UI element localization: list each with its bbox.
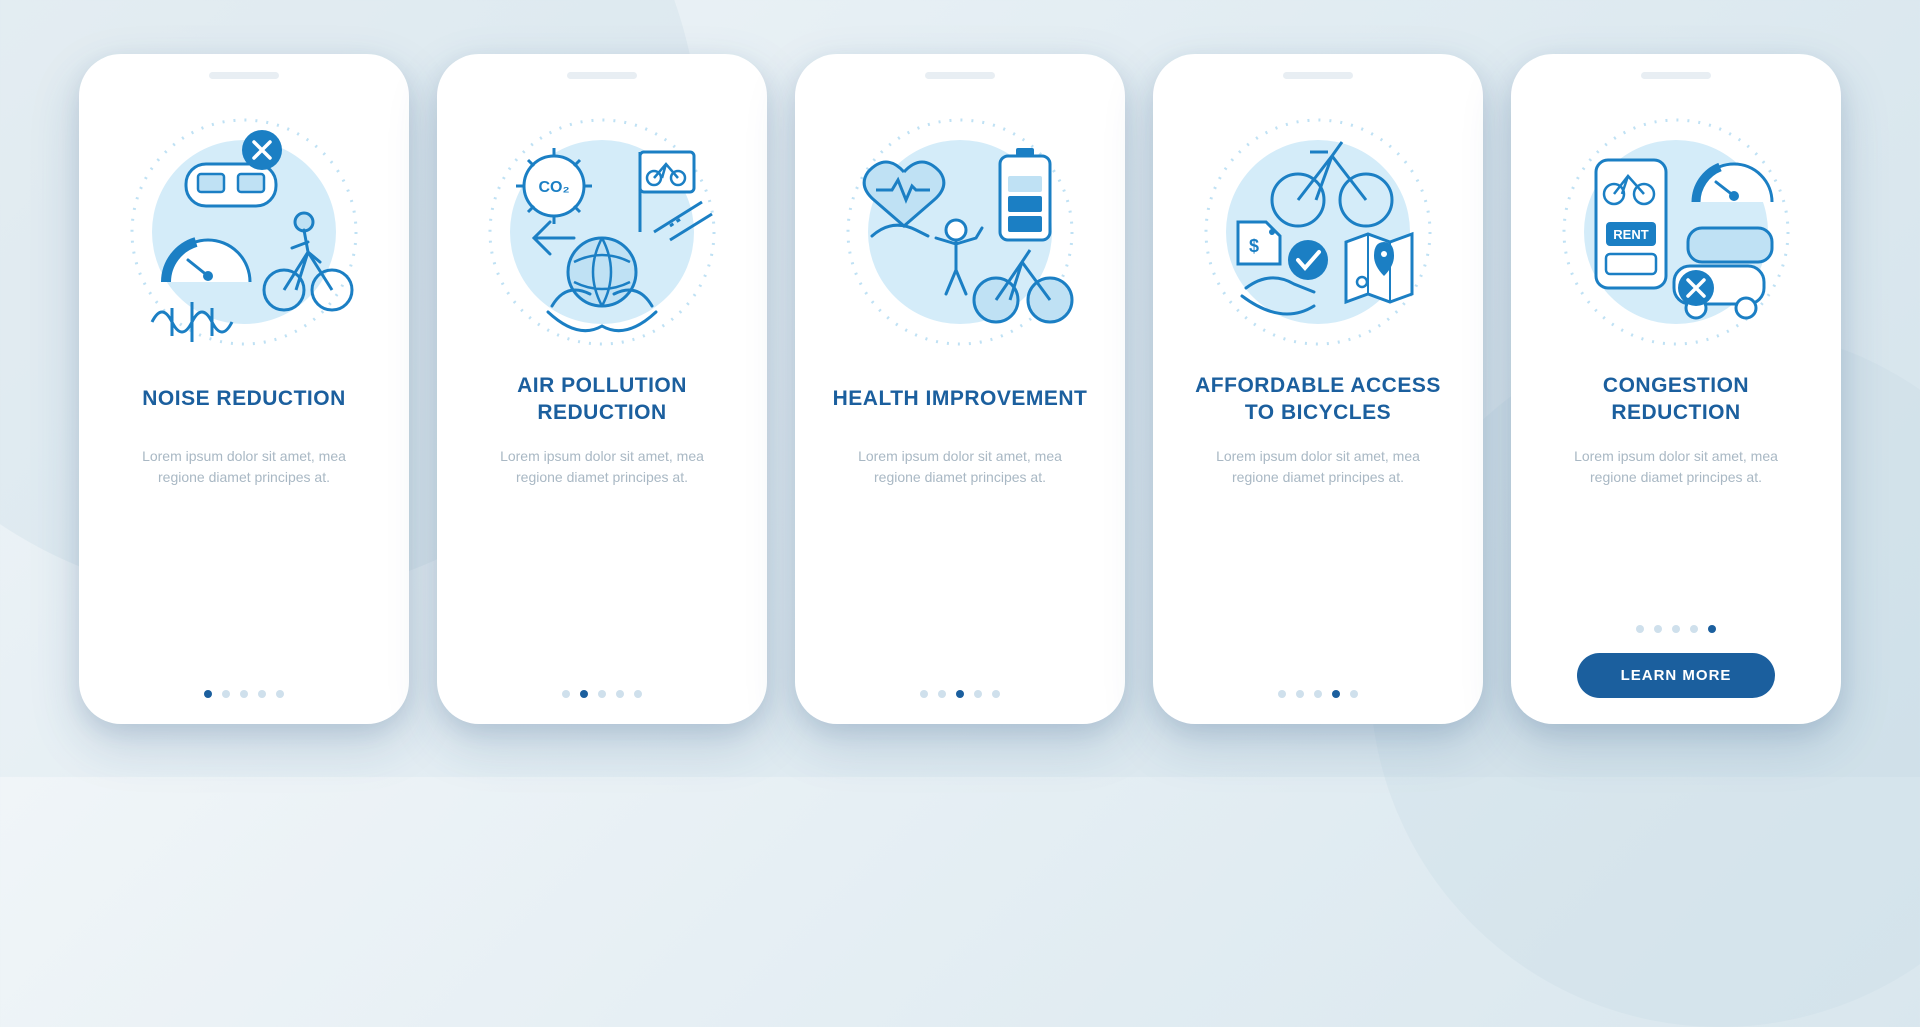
onboarding-phones-row: NOISE REDUCTION Lorem ipsum dolor sit am… bbox=[79, 54, 1841, 724]
svg-text:RENT: RENT bbox=[1613, 227, 1648, 242]
pagination-dot[interactable] bbox=[938, 690, 946, 698]
pagination-dots bbox=[204, 690, 284, 698]
pagination-dot[interactable] bbox=[634, 690, 642, 698]
card-description: Lorem ipsum dolor sit amet, mea regione … bbox=[1173, 446, 1463, 489]
pagination-dot[interactable] bbox=[920, 690, 928, 698]
pagination-dot[interactable] bbox=[240, 690, 248, 698]
pagination-dot[interactable] bbox=[1332, 690, 1340, 698]
card-description: Lorem ipsum dolor sit amet, mea regione … bbox=[99, 446, 389, 489]
pagination-dots bbox=[920, 690, 1000, 698]
card-bottom bbox=[1173, 690, 1463, 698]
card-description: Lorem ipsum dolor sit amet, mea regione … bbox=[815, 446, 1105, 489]
pagination-dot[interactable] bbox=[1672, 625, 1680, 633]
svg-text:$: $ bbox=[1249, 236, 1259, 256]
pagination-dots bbox=[1278, 690, 1358, 698]
card-title: NOISE REDUCTION bbox=[132, 370, 356, 430]
pagination-dot[interactable] bbox=[1690, 625, 1698, 633]
congestion-reduction-icon: RENT bbox=[1556, 112, 1796, 352]
pagination-dot[interactable] bbox=[258, 690, 266, 698]
learn-more-button[interactable]: LEARN MORE bbox=[1577, 653, 1776, 698]
pagination-dots bbox=[562, 690, 642, 698]
onboarding-card-noise: NOISE REDUCTION Lorem ipsum dolor sit am… bbox=[79, 54, 409, 724]
onboarding-card-health: HEALTH IMPROVEMENT Lorem ipsum dolor sit… bbox=[795, 54, 1125, 724]
card-title: HEALTH IMPROVEMENT bbox=[823, 370, 1098, 430]
card-title: AFFORDABLE ACCESS TO BICYCLES bbox=[1173, 370, 1463, 430]
card-bottom: LEARN MORE bbox=[1531, 625, 1821, 698]
pagination-dot[interactable] bbox=[222, 690, 230, 698]
pagination-dot[interactable] bbox=[992, 690, 1000, 698]
svg-text:CO₂: CO₂ bbox=[538, 179, 569, 196]
pagination-dot[interactable] bbox=[562, 690, 570, 698]
card-description: Lorem ipsum dolor sit amet, mea regione … bbox=[457, 446, 747, 489]
pagination-dots bbox=[1636, 625, 1716, 633]
pagination-dot[interactable] bbox=[1350, 690, 1358, 698]
card-bottom bbox=[815, 690, 1105, 698]
pagination-dot[interactable] bbox=[598, 690, 606, 698]
pagination-dot[interactable] bbox=[276, 690, 284, 698]
pagination-dot[interactable] bbox=[974, 690, 982, 698]
onboarding-card-air: CO₂ AIR POLLUTION REDUCTION Lorem ip bbox=[437, 54, 767, 724]
noise-reduction-icon bbox=[124, 112, 364, 352]
onboarding-card-congestion: RENT CONGESTION REDUCTION Lorem ipsum do… bbox=[1511, 54, 1841, 724]
card-bottom bbox=[99, 690, 389, 698]
onboarding-card-affordable: $ AFFORDABLE ACCESS TO BICYCLES Lorem ip… bbox=[1153, 54, 1483, 724]
health-improvement-icon bbox=[840, 112, 1080, 352]
affordable-bicycles-icon: $ bbox=[1198, 112, 1438, 352]
pagination-dot[interactable] bbox=[1296, 690, 1304, 698]
pagination-dot[interactable] bbox=[616, 690, 624, 698]
card-bottom bbox=[457, 690, 747, 698]
pagination-dot[interactable] bbox=[1314, 690, 1322, 698]
pagination-dot[interactable] bbox=[956, 690, 964, 698]
air-pollution-icon: CO₂ bbox=[482, 112, 722, 352]
pagination-dot[interactable] bbox=[1654, 625, 1662, 633]
card-title: CONGESTION REDUCTION bbox=[1531, 370, 1821, 430]
card-description: Lorem ipsum dolor sit amet, mea regione … bbox=[1531, 446, 1821, 489]
card-title: AIR POLLUTION REDUCTION bbox=[457, 370, 747, 430]
pagination-dot[interactable] bbox=[1708, 625, 1716, 633]
pagination-dot[interactable] bbox=[204, 690, 212, 698]
pagination-dot[interactable] bbox=[1636, 625, 1644, 633]
pagination-dot[interactable] bbox=[1278, 690, 1286, 698]
pagination-dot[interactable] bbox=[580, 690, 588, 698]
